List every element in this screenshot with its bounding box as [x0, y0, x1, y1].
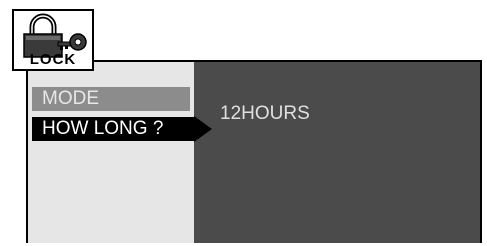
lock-label: LOCK: [29, 51, 77, 68]
lock-badge: LOCK: [12, 9, 94, 71]
lock-settings-screen: MODE HOW LONG ? 12HOURS LOCK: [0, 0, 487, 246]
duration-value: 12HOURS: [220, 103, 310, 124]
value-panel: [194, 62, 480, 243]
menu-item-mode[interactable]: MODE: [32, 87, 190, 111]
menu-item-how-long[interactable]: HOW LONG ?: [32, 117, 196, 141]
selection-pointer-icon: [194, 116, 212, 142]
